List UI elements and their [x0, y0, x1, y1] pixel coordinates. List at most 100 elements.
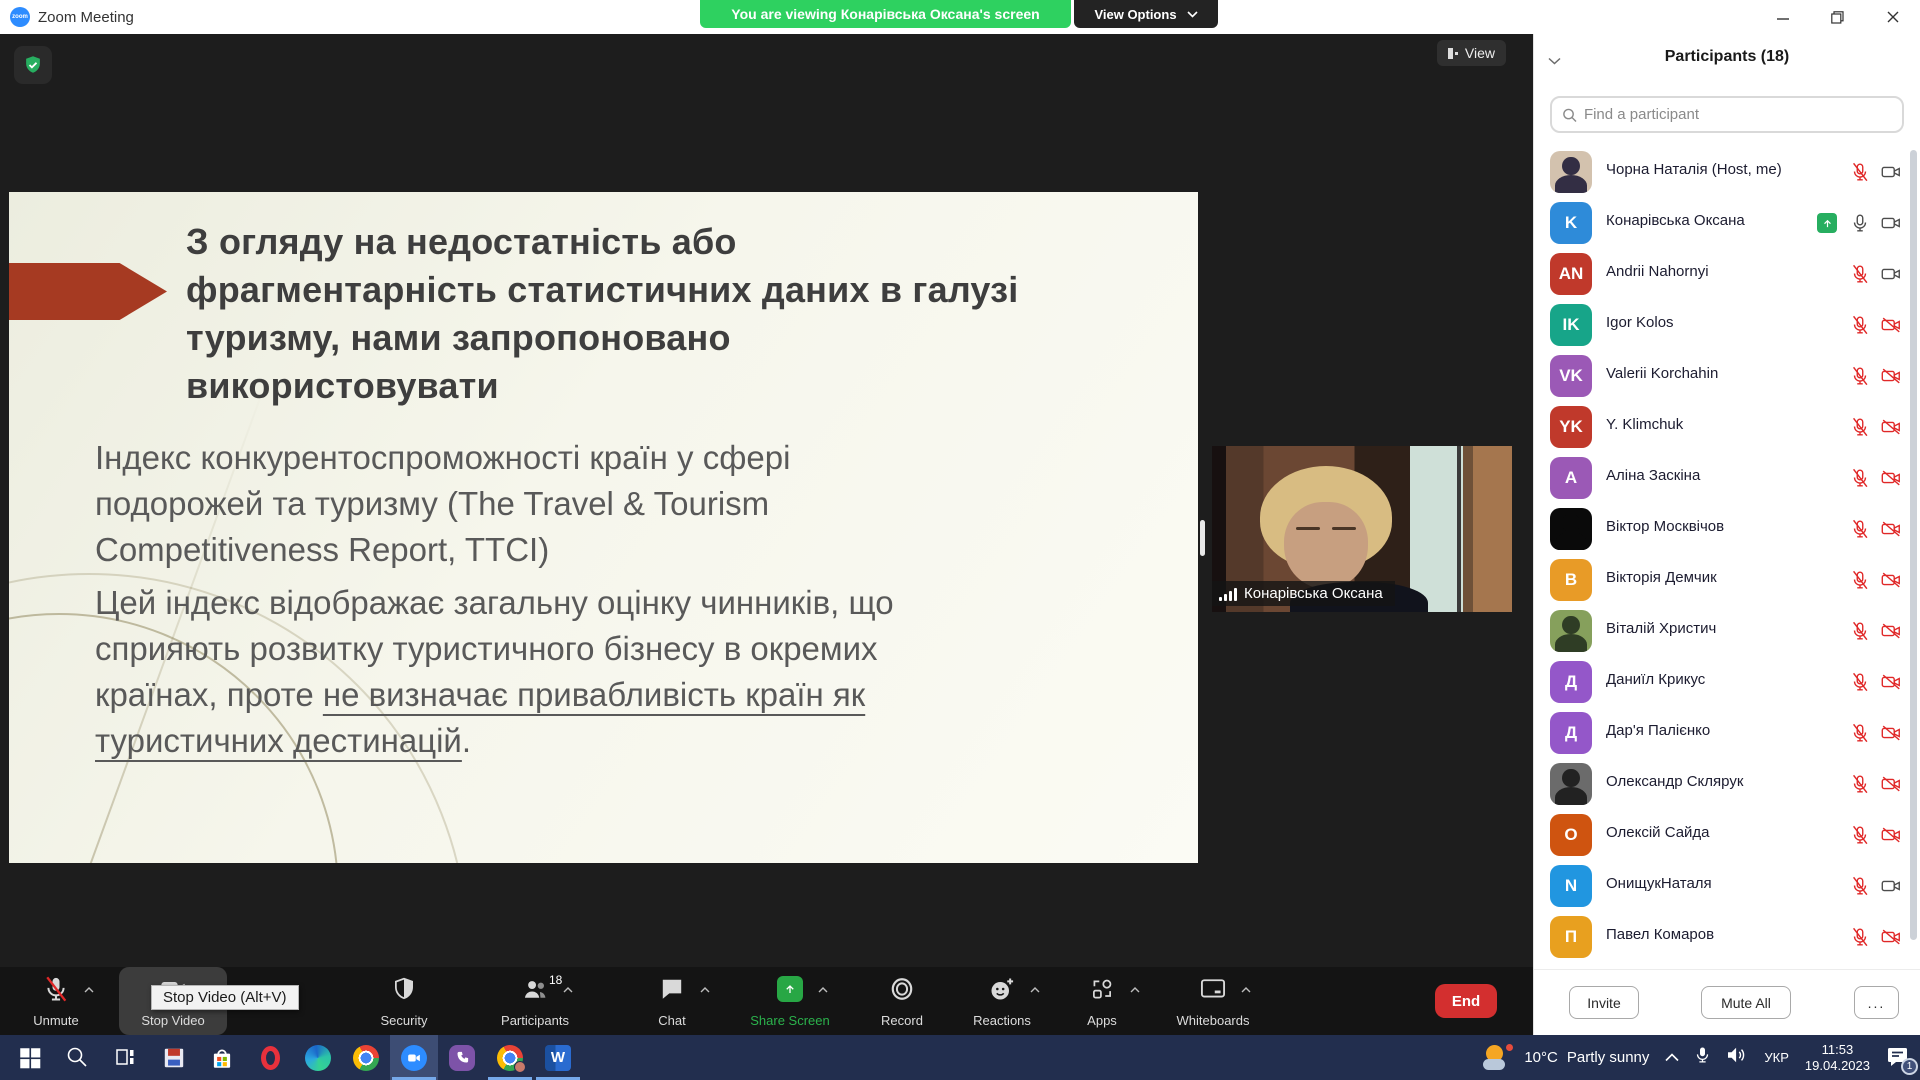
zoom-logo-icon: zoom: [10, 7, 30, 27]
taskbar-clock[interactable]: 11:53 19.04.2023: [1805, 1042, 1870, 1074]
toolbar-record-button[interactable]: Record: [850, 967, 954, 1035]
mic-status-icon: [1849, 875, 1871, 897]
toolbar-participants-button[interactable]: 18 Participants: [483, 967, 587, 1035]
toolbar-chat-button[interactable]: Chat: [620, 967, 724, 1035]
slide-title: З огляду на недостатність або фрагментар…: [186, 218, 1186, 410]
toolbar-unmute-button[interactable]: Unmute: [4, 967, 108, 1035]
participant-name: Даниїл Крикус: [1606, 671, 1705, 688]
participant-avatar: N: [1550, 865, 1592, 907]
participant-avatar: Д: [1550, 661, 1592, 703]
participant-row[interactable]: Д Дар'я Палієнко: [1534, 708, 1920, 759]
invite-button[interactable]: Invite: [1569, 986, 1639, 1019]
participant-avatar: [1550, 151, 1592, 193]
tray-volume-icon[interactable]: [1726, 1046, 1748, 1069]
scrollbar[interactable]: [1910, 150, 1917, 940]
chevron-up-icon[interactable]: [1241, 980, 1251, 998]
tray-mic-icon[interactable]: [1695, 1045, 1710, 1070]
taskbar-app-microsoft-store[interactable]: [198, 1035, 246, 1080]
chevron-up-icon[interactable]: [1130, 980, 1140, 998]
participant-row[interactable]: N ОнищукНаталя: [1534, 861, 1920, 912]
participant-row[interactable]: K Конарівська Оксана: [1534, 198, 1920, 249]
mic-status-icon: [1849, 824, 1871, 846]
participant-row[interactable]: YK Y. Klimchuk: [1534, 402, 1920, 453]
participant-row[interactable]: IK Igor Kolos: [1534, 300, 1920, 351]
close-button[interactable]: [1865, 0, 1920, 34]
weather-temp: 10°C: [1524, 1049, 1558, 1066]
participant-row[interactable]: Віталій Христич: [1534, 606, 1920, 657]
participant-row[interactable]: О Олексій Сайда: [1534, 810, 1920, 861]
toolbar-whiteboards-button[interactable]: Whiteboards: [1161, 967, 1265, 1035]
windows-taskbar: W 10°C Partly sunny УКР 11:53 19.04.2023…: [0, 1035, 1920, 1080]
weather-widget[interactable]: 10°C Partly sunny: [1483, 1044, 1649, 1072]
toolbar-security-button[interactable]: Security: [352, 967, 456, 1035]
participant-avatar: Д: [1550, 712, 1592, 754]
microsoft-store-icon: [209, 1045, 235, 1071]
mute-all-button[interactable]: Mute All: [1701, 986, 1791, 1019]
language-indicator[interactable]: УКР: [1764, 1050, 1789, 1065]
participant-row[interactable]: Олександр Склярук: [1534, 759, 1920, 810]
camera-status-icon: [1879, 722, 1903, 744]
participant-avatar: [1550, 763, 1592, 805]
security-shield-icon[interactable]: [14, 46, 52, 84]
chevron-up-icon[interactable]: [700, 980, 710, 998]
panel-footer: Invite Mute All ...: [1534, 969, 1920, 1035]
opera-icon: [261, 1046, 280, 1070]
taskbar-app-edge[interactable]: [294, 1035, 342, 1080]
participant-row[interactable]: Чорна Наталія (Host, me): [1534, 147, 1920, 198]
participant-row[interactable]: Віктор Москвічов: [1534, 504, 1920, 555]
system-tray: 10°C Partly sunny УКР 11:53 19.04.2023 1: [1483, 1035, 1912, 1080]
chevron-up-icon[interactable]: [563, 980, 573, 998]
participant-search-box[interactable]: [1550, 96, 1904, 133]
participants-count-badge: 18: [549, 973, 562, 987]
participant-row[interactable]: A Аліна Заскіна: [1534, 453, 1920, 504]
window-title: Zoom Meeting: [38, 9, 134, 26]
shield-icon: [390, 975, 418, 1003]
view-options-button[interactable]: View Options: [1074, 0, 1218, 28]
notification-badge: 1: [1901, 1058, 1918, 1075]
mic-status-icon: [1849, 569, 1871, 591]
more-options-button[interactable]: ...: [1854, 986, 1899, 1019]
tray-expand-chevron-icon[interactable]: [1665, 1049, 1679, 1067]
participant-row[interactable]: В Вікторія Демчик: [1534, 555, 1920, 606]
participant-video-tile[interactable]: Конарівська Оксана: [1212, 446, 1512, 612]
participant-row[interactable]: П Павел Комаров: [1534, 912, 1920, 963]
chat-icon: [658, 975, 686, 1003]
taskbar-app-search[interactable]: [54, 1035, 102, 1080]
toolbar-apps-button[interactable]: Apps: [1050, 967, 1154, 1035]
mic-status-icon: [1849, 314, 1871, 336]
taskbar-app-viber[interactable]: [438, 1035, 486, 1080]
camera-status-icon: [1879, 467, 1903, 489]
chevron-up-icon[interactable]: [84, 980, 94, 998]
end-meeting-button[interactable]: End: [1435, 984, 1497, 1018]
meeting-toolbar: Unmute Stop Video Security 18 Participan…: [0, 967, 1533, 1035]
action-center-icon[interactable]: 1: [1886, 1045, 1912, 1071]
panel-drag-handle[interactable]: [1200, 520, 1205, 556]
participant-row[interactable]: Д Даниїл Крикус: [1534, 657, 1920, 708]
record-icon: [888, 975, 916, 1003]
taskbar-app-start[interactable]: [6, 1035, 54, 1080]
participants-panel-title: Participants (18): [1534, 48, 1920, 66]
video-name-label: Конарівська Оксана: [1212, 581, 1395, 606]
taskbar-app-file-manager[interactable]: [150, 1035, 198, 1080]
chevron-up-icon[interactable]: [818, 980, 828, 998]
toolbar-share-screen-button[interactable]: Share Screen: [738, 967, 842, 1035]
participant-row[interactable]: VK Valerii Korchahin: [1534, 351, 1920, 402]
taskbar-app-word[interactable]: W: [534, 1035, 582, 1080]
participant-avatar: K: [1550, 202, 1592, 244]
taskbar-app-chrome[interactable]: [342, 1035, 390, 1080]
taskbar-app-opera[interactable]: [246, 1035, 294, 1080]
chevron-up-icon[interactable]: [1030, 980, 1040, 998]
taskbar-app-zoom[interactable]: [390, 1035, 438, 1080]
participant-row[interactable]: AN Andrii Nahornyi: [1534, 249, 1920, 300]
search-input[interactable]: [1584, 106, 1892, 123]
view-button[interactable]: View: [1437, 40, 1506, 66]
participant-avatar: YK: [1550, 406, 1592, 448]
minimize-button[interactable]: [1755, 0, 1810, 34]
camera-status-icon: [1879, 365, 1903, 387]
taskbar-app-task-view[interactable]: [102, 1035, 150, 1080]
participant-avatar: П: [1550, 916, 1592, 958]
camera-status-icon: [1879, 875, 1903, 897]
restore-button[interactable]: [1810, 0, 1865, 34]
taskbar-app-chrome-profile[interactable]: [486, 1035, 534, 1080]
toolbar-reactions-button[interactable]: Reactions: [950, 967, 1054, 1035]
